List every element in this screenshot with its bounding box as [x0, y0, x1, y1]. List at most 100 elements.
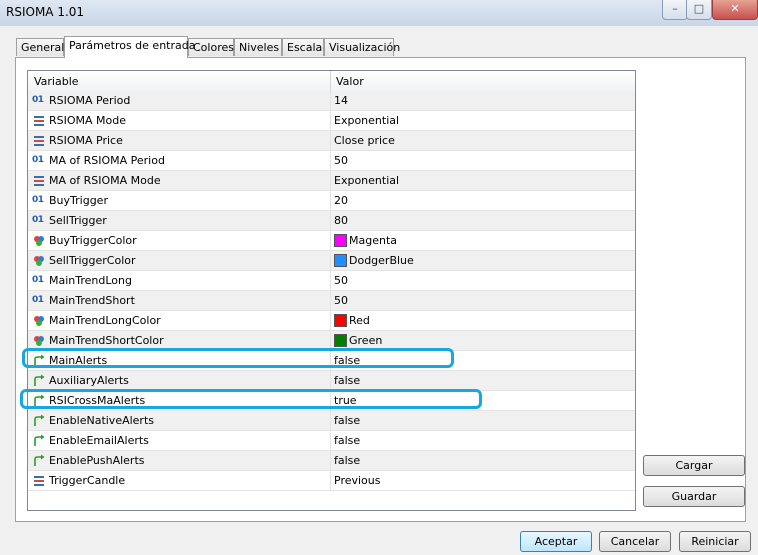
- bool-arrow-icon: [34, 414, 45, 426]
- cell-separator: [330, 351, 331, 370]
- table-row[interactable]: 01 RSIOMA Period 14: [28, 91, 635, 111]
- cell-separator: [330, 451, 331, 470]
- parameter-value[interactable]: 50: [334, 154, 348, 167]
- cell-separator: [330, 431, 331, 450]
- tab-levels[interactable]: Niveles: [234, 38, 282, 56]
- table-row[interactable]: MainAlerts false: [28, 351, 635, 371]
- parameter-value[interactable]: 20: [334, 194, 348, 207]
- close-button[interactable]: ✕: [712, 0, 758, 20]
- parameter-value[interactable]: false: [334, 434, 360, 447]
- tab-general[interactable]: General: [16, 38, 64, 56]
- parameter-name: MainTrendShortColor: [49, 334, 164, 347]
- load-button[interactable]: Cargar: [643, 455, 745, 476]
- parameter-value[interactable]: false: [334, 374, 360, 387]
- parameter-name: EnablePushAlerts: [49, 454, 145, 467]
- parameter-value[interactable]: true: [334, 394, 357, 407]
- cell-separator: [330, 391, 331, 410]
- minimize-button[interactable]: –: [662, 0, 688, 20]
- column-separator[interactable]: [330, 71, 331, 91]
- table-row[interactable]: RSIOMA Price Close price: [28, 131, 635, 151]
- cell-separator: [330, 331, 331, 350]
- cell-separator: [330, 411, 331, 430]
- cell-separator: [330, 231, 331, 250]
- parameter-value[interactable]: 50: [334, 274, 348, 287]
- parameter-name: RSICrossMaAlerts: [49, 394, 146, 407]
- table-row[interactable]: 01 MainTrendLong 50: [28, 271, 635, 291]
- parameter-name: SellTrigger: [49, 214, 107, 227]
- table-row[interactable]: BuyTriggerColor Magenta: [28, 231, 635, 251]
- dialog-client-area: General Parámetros de entrada Colores Ni…: [0, 26, 758, 555]
- grid-header: Variable Valor: [28, 71, 635, 92]
- parameter-value[interactable]: Exponential: [334, 174, 399, 187]
- table-row[interactable]: TriggerCandle Previous: [28, 471, 635, 491]
- parameter-value[interactable]: Previous: [334, 474, 381, 487]
- parameter-name: AuxiliaryAlerts: [49, 374, 129, 387]
- cell-separator: [330, 91, 331, 110]
- parameter-name: MainTrendLongColor: [49, 314, 161, 327]
- parameter-value[interactable]: Red: [349, 314, 370, 327]
- parameter-value[interactable]: DodgerBlue: [349, 254, 414, 267]
- color-palette-icon: [34, 236, 44, 246]
- table-row[interactable]: 01 MA of RSIOMA Period 50: [28, 151, 635, 171]
- cell-separator: [330, 371, 331, 390]
- cell-separator: [330, 271, 331, 290]
- parameters-grid[interactable]: Variable Valor 01 RSIOMA Period 14 RSIOMA M…: [27, 70, 636, 511]
- maximize-button[interactable]: □: [686, 0, 712, 20]
- table-row[interactable]: RSICrossMaAlerts true: [28, 391, 635, 411]
- parameter-value[interactable]: Close price: [334, 134, 395, 147]
- column-header-value[interactable]: Valor: [336, 75, 364, 88]
- color-palette-icon: [34, 336, 44, 346]
- parameter-value[interactable]: Magenta: [349, 234, 397, 247]
- int-icon: 01: [32, 95, 44, 105]
- save-button[interactable]: Guardar: [643, 486, 745, 507]
- tab-visualization[interactable]: Visualización: [324, 38, 400, 56]
- parameter-name: MA of RSIOMA Period: [49, 154, 165, 167]
- table-row[interactable]: 01 MainTrendShort 50: [28, 291, 635, 311]
- cancel-button[interactable]: Cancelar: [599, 531, 671, 552]
- table-row[interactable]: 01 BuyTrigger 20: [28, 191, 635, 211]
- cell-separator: [330, 131, 331, 150]
- reset-button[interactable]: Reiniciar: [679, 531, 751, 552]
- cell-separator: [330, 111, 331, 130]
- tab-input-parameters[interactable]: Parámetros de entrada: [64, 36, 195, 58]
- parameter-value[interactable]: false: [334, 354, 360, 367]
- parameter-value[interactable]: false: [334, 414, 360, 427]
- column-header-variable[interactable]: Variable: [34, 75, 79, 88]
- window-title: RSIOMA 1.01: [6, 5, 85, 19]
- bool-arrow-icon: [34, 394, 45, 406]
- color-swatch[interactable]: [334, 334, 347, 347]
- accept-button[interactable]: Aceptar: [520, 531, 592, 552]
- int-icon: 01: [32, 295, 44, 305]
- title-bar[interactable]: RSIOMA 1.01 – □ ✕: [0, 0, 758, 26]
- table-row[interactable]: MainTrendShortColor Green: [28, 331, 635, 351]
- table-row[interactable]: MainTrendLongColor Red: [28, 311, 635, 331]
- cell-separator: [330, 171, 331, 190]
- parameter-name: MainAlerts: [49, 354, 108, 367]
- table-row[interactable]: MA of RSIOMA Mode Exponential: [28, 171, 635, 191]
- table-row[interactable]: EnablePushAlerts false: [28, 451, 635, 471]
- parameter-value[interactable]: 14: [334, 94, 348, 107]
- color-swatch[interactable]: [334, 314, 347, 327]
- color-swatch[interactable]: [334, 234, 347, 247]
- parameter-value[interactable]: Exponential: [334, 114, 399, 127]
- table-row[interactable]: EnableEmailAlerts false: [28, 431, 635, 451]
- table-row[interactable]: SellTriggerColor DodgerBlue: [28, 251, 635, 271]
- table-row[interactable]: AuxiliaryAlerts false: [28, 371, 635, 391]
- bool-arrow-icon: [34, 354, 45, 366]
- parameter-name: BuyTrigger: [49, 194, 108, 207]
- parameter-value[interactable]: 50: [334, 294, 348, 307]
- parameter-name: RSIOMA Price: [49, 134, 123, 147]
- parameter-value[interactable]: false: [334, 454, 360, 467]
- tab-panel: Variable Valor 01 RSIOMA Period 14 RSIOMA M…: [15, 57, 746, 522]
- table-row[interactable]: 01 SellTrigger 80: [28, 211, 635, 231]
- table-row[interactable]: RSIOMA Mode Exponential: [28, 111, 635, 131]
- color-swatch[interactable]: [334, 254, 347, 267]
- tab-scale[interactable]: Escala: [282, 38, 324, 56]
- enum-icon: [34, 176, 44, 186]
- color-palette-icon: [34, 316, 44, 326]
- table-row[interactable]: EnableNativeAlerts false: [28, 411, 635, 431]
- parameter-value[interactable]: 80: [334, 214, 348, 227]
- parameter-name: TriggerCandle: [49, 474, 126, 487]
- parameter-name: EnableEmailAlerts: [49, 434, 149, 447]
- parameter-value[interactable]: Green: [349, 334, 382, 347]
